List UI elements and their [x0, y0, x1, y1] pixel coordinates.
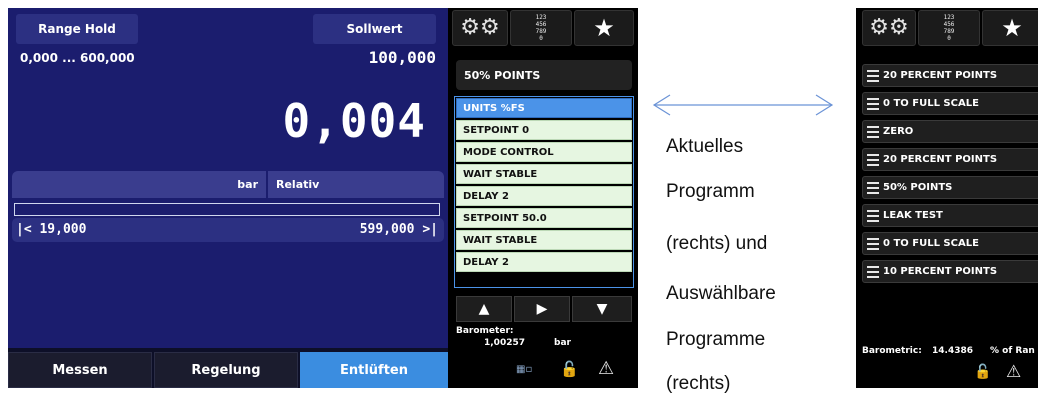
annotation-line: (rechts) und — [666, 233, 768, 254]
tab-measure[interactable]: Messen — [8, 352, 152, 388]
program-item[interactable]: LEAK TEST — [862, 204, 1038, 227]
program-step[interactable]: SETPOINT 0 — [456, 120, 632, 140]
program-item-label: 20 PERCENT POINTS — [883, 70, 998, 81]
barometer-unit: bar — [554, 338, 571, 348]
setpoint-value[interactable]: 100,000 — [369, 48, 436, 67]
keypad-icon: 123 456 789 0 — [535, 14, 547, 42]
program-item-label: 0 TO FULL SCALE — [883, 98, 979, 109]
keypad-button[interactable]: 123 456 789 0 — [510, 10, 572, 46]
annotation-line: Programm — [666, 181, 755, 202]
settings-gears-icon: ⚙⚙ — [460, 15, 500, 40]
program-item[interactable]: 20 PERCENT POINTS — [862, 64, 1038, 87]
program-step[interactable]: MODE CONTROL — [456, 142, 632, 162]
step-up-button[interactable]: ▲ — [456, 296, 512, 322]
program-step[interactable]: SETPOINT 50.0 — [456, 208, 632, 228]
list-icon — [867, 153, 879, 166]
list-icon — [867, 237, 879, 250]
network-icon[interactable]: ▦▫ — [516, 364, 532, 375]
pressure-reading: 0,004 — [282, 94, 426, 148]
low-limit[interactable]: |< 19,000 — [16, 222, 86, 237]
list-icon — [867, 181, 879, 194]
current-program-title[interactable]: 50% POINTS — [456, 60, 632, 90]
program-item[interactable]: ZERO — [862, 120, 1038, 143]
play-icon: ▶ — [536, 301, 548, 317]
program-item[interactable]: 0 TO FULL SCALE — [862, 92, 1038, 115]
settings-gears-icon: ⚙⚙ — [869, 15, 909, 40]
keypad-icon: 123 456 789 0 — [943, 14, 955, 42]
barometric-value: 14.4386 — [932, 346, 973, 356]
favorite-button[interactable]: ★ — [574, 10, 634, 46]
list-icon — [867, 265, 879, 278]
list-icon — [867, 209, 879, 222]
high-limit[interactable]: 599,000 >| — [360, 222, 438, 237]
limits-row: |< 19,000 599,000 >| — [12, 218, 444, 242]
step-down-button[interactable]: ▼ — [572, 296, 632, 322]
list-icon — [867, 69, 879, 82]
program-step[interactable]: WAIT STABLE — [456, 230, 632, 250]
program-sidebar: ⚙⚙ 123 456 789 0 ★ 50% POINTS UNITS %FS SET… — [448, 8, 638, 388]
barometer-value: 1,00257 — [484, 338, 525, 348]
keypad-button[interactable]: 123 456 789 0 — [918, 10, 980, 46]
run-button[interactable]: ▶ — [514, 296, 570, 322]
percent-range-label: % of Ran — [990, 346, 1035, 356]
program-item-label: 10 PERCENT POINTS — [883, 266, 998, 277]
program-list: 20 PERCENT POINTS 0 TO FULL SCALE ZERO 2… — [862, 64, 1038, 288]
arrow-down-icon: ▼ — [596, 301, 608, 317]
program-item-label: 50% POINTS — [883, 182, 953, 193]
program-item-label: 0 TO FULL SCALE — [883, 238, 979, 249]
main-screen: Range Hold Sollwert 0,000 ... 600,000 10… — [8, 8, 448, 388]
unlock-icon[interactable]: 🔓 — [974, 364, 991, 380]
double-arrow-icon — [652, 94, 834, 116]
unit-selector[interactable]: bar — [12, 171, 266, 198]
warning-icon[interactable]: ⚠ — [598, 358, 614, 379]
annotation-line: (rechts) — [666, 373, 731, 394]
favorite-button[interactable]: ★ — [982, 10, 1038, 46]
favorite-star-icon: ★ — [593, 14, 615, 42]
list-icon — [867, 125, 879, 138]
settings-button[interactable]: ⚙⚙ — [452, 10, 508, 46]
setpoint-button[interactable]: Sollwert — [313, 14, 436, 44]
mode-selector[interactable]: Relativ — [268, 171, 444, 198]
program-item[interactable]: 10 PERCENT POINTS — [862, 260, 1038, 283]
range-text: 0,000 ... 600,000 — [20, 51, 135, 65]
settings-button[interactable]: ⚙⚙ — [862, 10, 916, 46]
annotation-line: Aktuelles — [666, 136, 744, 157]
barometric-label: Barometric: — [862, 346, 922, 356]
program-item[interactable]: 50% POINTS — [862, 176, 1038, 199]
program-step[interactable]: DELAY 2 — [456, 186, 632, 206]
program-steps-list: UNITS %FS SETPOINT 0 MODE CONTROL WAIT S… — [456, 98, 632, 274]
program-selection-screen: ⚙⚙ 123 456 789 0 ★ 20 PERCENT POINTS 0 TO F… — [856, 8, 1038, 388]
program-item[interactable]: 20 PERCENT POINTS — [862, 148, 1038, 171]
program-item-label: ZERO — [883, 126, 914, 137]
tab-vent[interactable]: Entlüften — [300, 352, 448, 388]
program-step[interactable]: DELAY 2 — [456, 252, 632, 272]
program-item[interactable]: 0 TO FULL SCALE — [862, 232, 1038, 255]
program-step[interactable]: WAIT STABLE — [456, 164, 632, 184]
annotation-line: Auswählbare — [666, 283, 776, 304]
barometer-label: Barometer: — [456, 326, 514, 336]
favorite-star-icon: ★ — [1001, 14, 1023, 42]
list-icon — [867, 97, 879, 110]
unlock-icon[interactable]: 🔓 — [560, 360, 579, 378]
arrow-up-icon: ▲ — [478, 301, 490, 317]
range-progress-bar — [14, 203, 440, 216]
warning-icon[interactable]: ⚠ — [1006, 362, 1021, 382]
measurement-panel: Range Hold Sollwert 0,000 ... 600,000 10… — [8, 8, 448, 348]
tab-control[interactable]: Regelung — [154, 352, 298, 388]
program-step[interactable]: UNITS %FS — [456, 98, 632, 118]
program-item-label: LEAK TEST — [883, 210, 943, 221]
program-item-label: 20 PERCENT POINTS — [883, 154, 998, 165]
range-hold-button[interactable]: Range Hold — [16, 14, 138, 44]
annotation-line: Programme — [666, 329, 766, 350]
